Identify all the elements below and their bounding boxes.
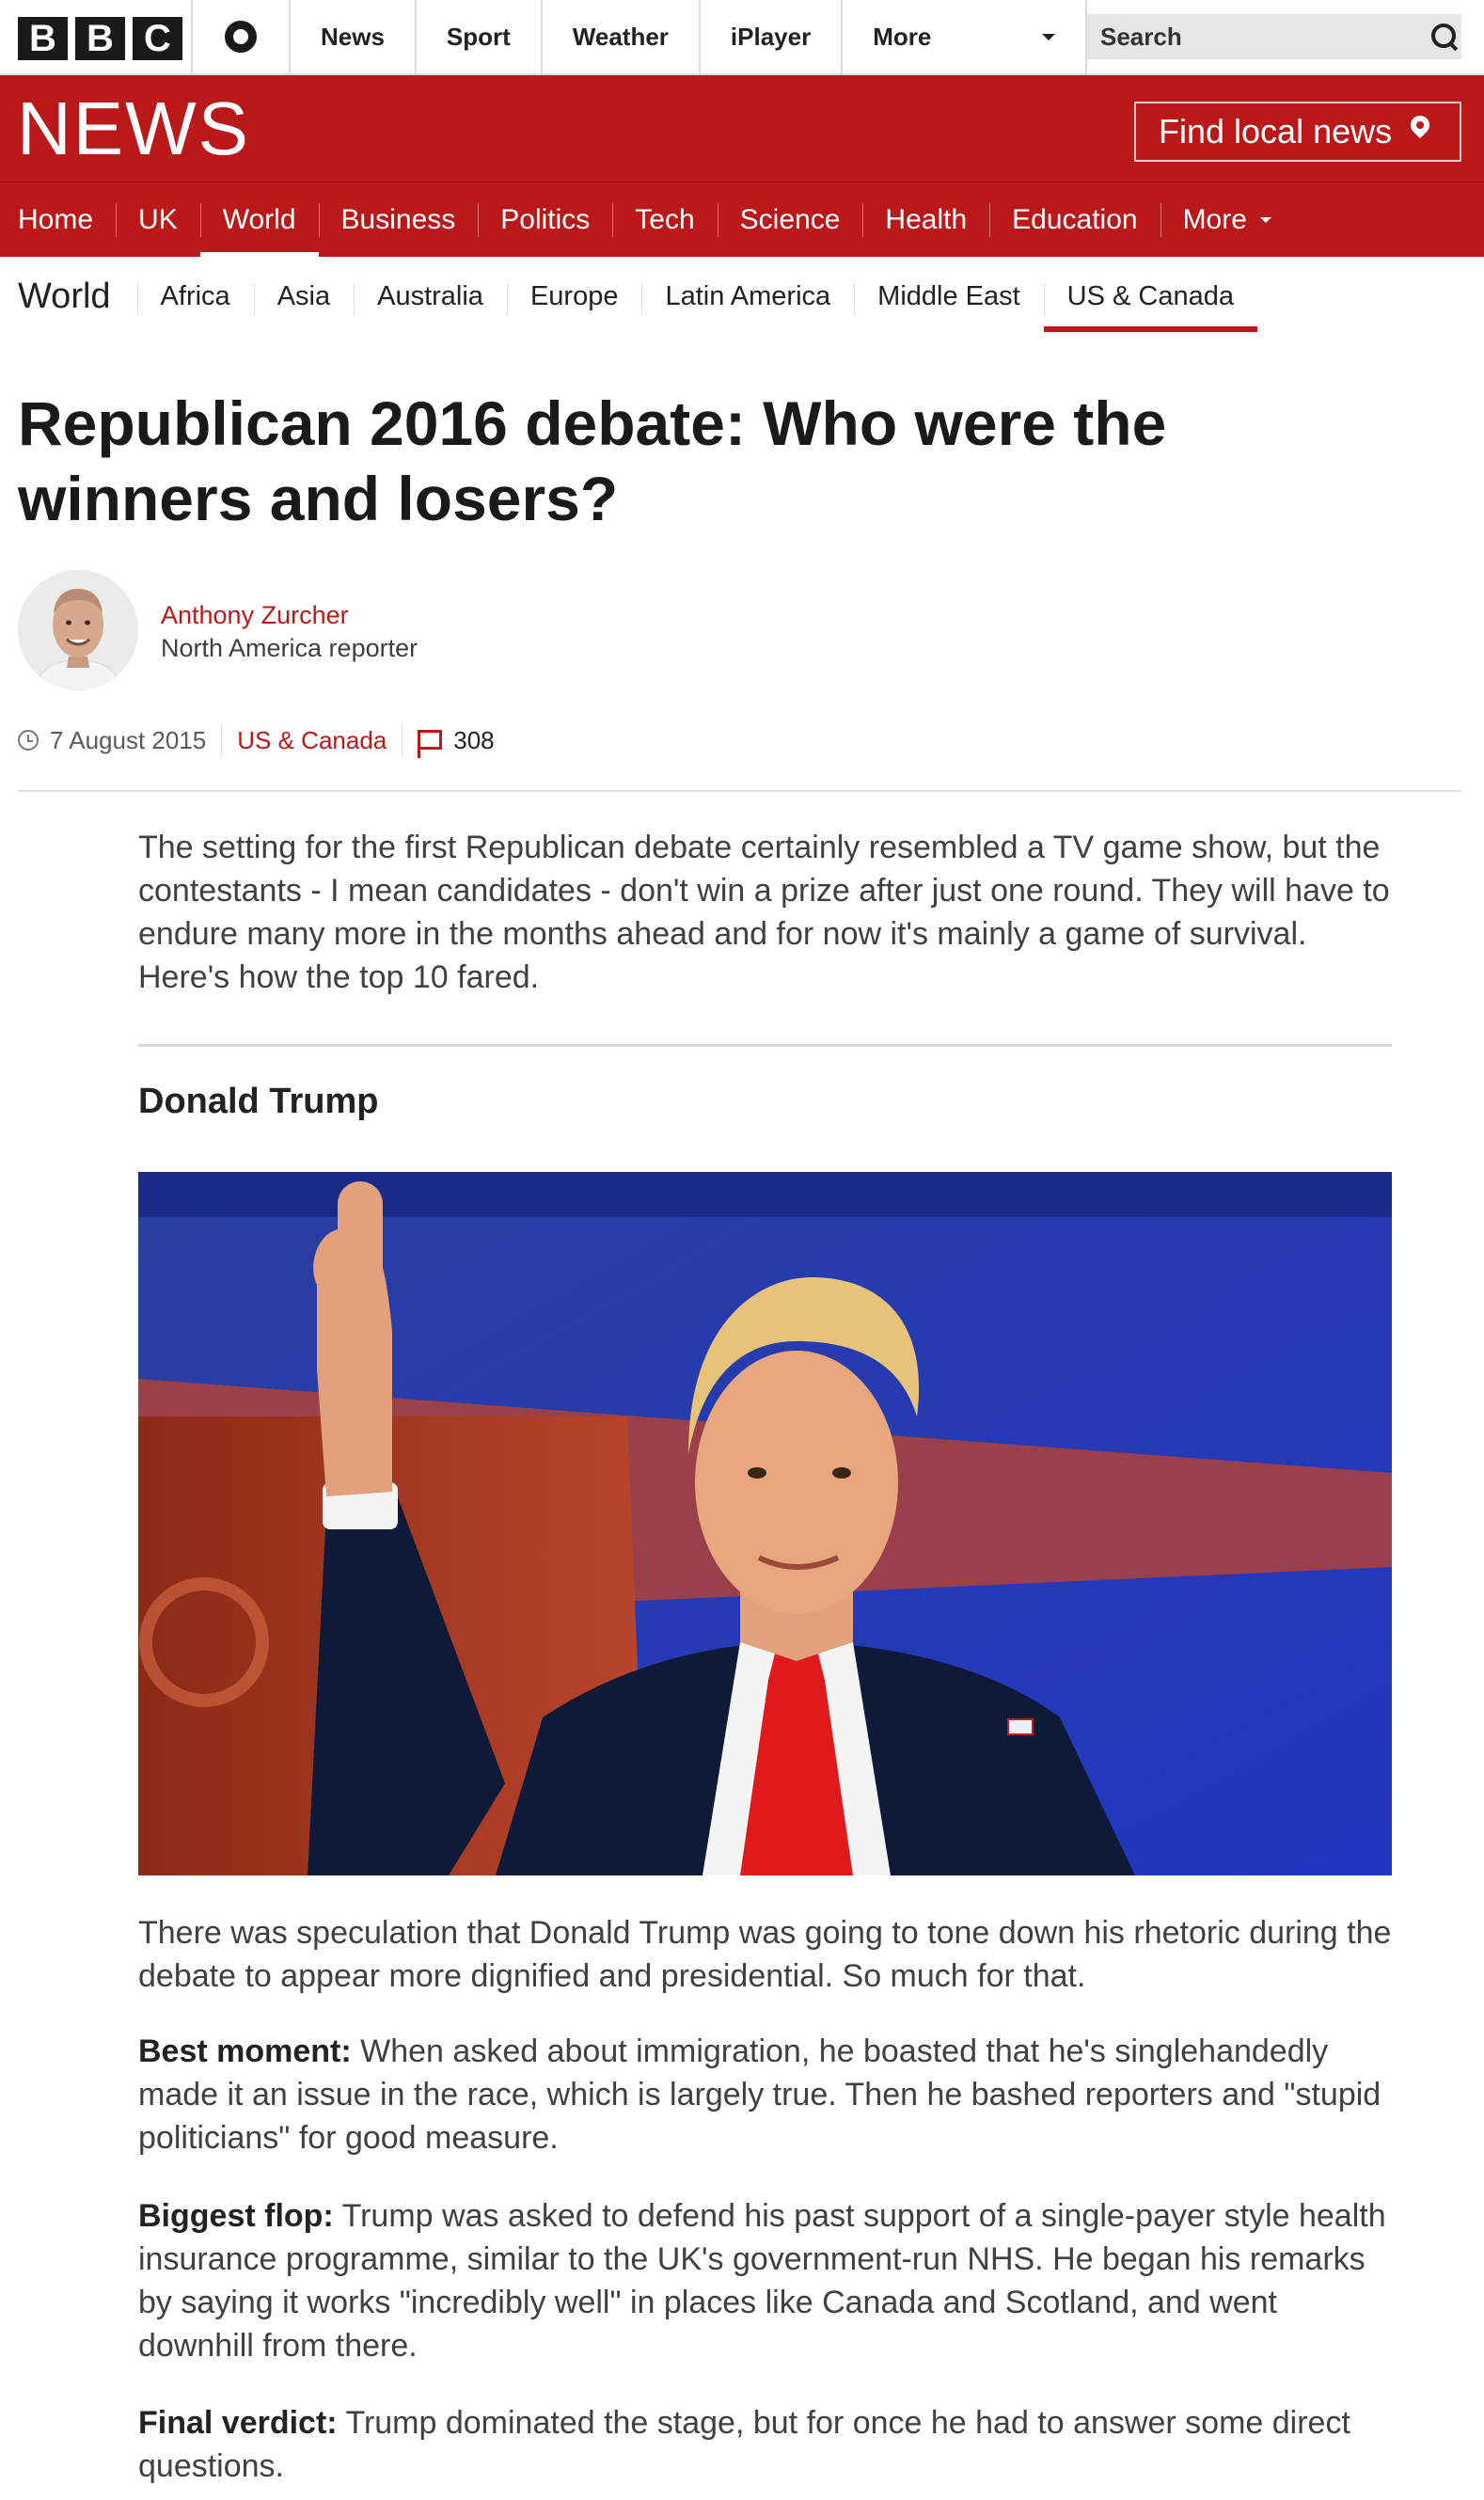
header-divider — [18, 790, 1461, 792]
comment-count[interactable]: 308 — [453, 726, 494, 755]
subnav-item-us-canada[interactable]: US & Canada — [1043, 257, 1258, 336]
final-verdict-label: Final verdict: — [138, 2405, 338, 2441]
author-avatar — [18, 570, 138, 690]
clock-icon — [18, 730, 39, 751]
subnav-title[interactable]: World — [0, 257, 137, 336]
article-image — [138, 1172, 1392, 1875]
article-headline: Republican 2016 debate: Who were the win… — [18, 388, 1167, 533]
biggest-flop-label: Biggest flop: — [138, 2198, 334, 2234]
subnav-item-europe[interactable]: Europe — [506, 257, 642, 336]
subnav-item-africa[interactable]: Africa — [136, 257, 254, 336]
author-role: North America reporter — [161, 634, 418, 662]
section-nav-education[interactable]: Education — [989, 182, 1160, 258]
meta-divider — [402, 724, 403, 756]
chevron-down-icon — [1042, 33, 1056, 40]
subnav-item-australia[interactable]: Australia — [354, 257, 507, 336]
section-nav-politics[interactable]: Politics — [478, 182, 612, 258]
article-paragraph: There was speculation that Donald Trump … — [138, 1915, 1392, 1994]
article-date: 7 August 2015 — [50, 725, 207, 754]
search-box — [1087, 14, 1461, 59]
global-nav: News Sport Weather iPlayer More — [191, 0, 1088, 73]
section-nav-uk[interactable]: UK — [116, 182, 200, 258]
section-nav-world[interactable]: World — [199, 182, 319, 258]
subnav-item-asia[interactable]: Asia — [253, 257, 354, 336]
section-nav-more-label: More — [1182, 204, 1247, 235]
world-subnav: World Africa Asia Australia Europe Latin… — [0, 257, 1484, 336]
news-banner: NEWS Find local news — [0, 75, 1484, 182]
comment-icon[interactable] — [418, 730, 443, 758]
search-icon[interactable] — [1429, 22, 1456, 52]
account-icon — [225, 21, 257, 53]
global-nav-more-label: More — [873, 22, 932, 51]
bbc-logo-block: B — [75, 17, 125, 60]
article-section-link[interactable]: US & Canada — [237, 726, 387, 755]
subnav-item-middle-east[interactable]: Middle East — [854, 257, 1044, 336]
global-nav-more-button[interactable]: More — [841, 0, 1088, 73]
section-divider — [138, 1044, 1392, 1047]
section-nav-business[interactable]: Business — [318, 182, 479, 258]
section-nav-more-button[interactable]: More — [1160, 182, 1294, 258]
meta-divider — [221, 724, 223, 756]
global-nav-news[interactable]: News — [289, 0, 415, 73]
bbc-masthead: B B C News Sport Weather iPlayer More — [0, 0, 1484, 75]
bbc-logo-block: C — [133, 17, 182, 60]
news-logo[interactable]: NEWS — [17, 88, 250, 169]
bbc-logo[interactable]: B B C — [18, 17, 182, 60]
search-input[interactable] — [1100, 22, 1429, 52]
section-nav-science[interactable]: Science — [717, 182, 863, 258]
subnav-item-latin-america[interactable]: Latin America — [641, 257, 854, 336]
author-name[interactable]: Anthony Zurcher — [161, 599, 349, 631]
global-nav-iplayer[interactable]: iPlayer — [698, 0, 841, 73]
bbc-logo-block: B — [18, 17, 68, 60]
final-verdict-paragraph: Final verdict: Trump dominated the stage… — [138, 2401, 1394, 2488]
section-nav-tech[interactable]: Tech — [612, 182, 717, 258]
section-nav-home[interactable]: Home — [0, 182, 116, 258]
location-pin-icon — [1409, 116, 1431, 148]
account-button[interactable] — [191, 0, 289, 73]
section-nav-health[interactable]: Health — [862, 182, 989, 258]
article-meta: 7 August 2015 US & Canada 308 — [18, 722, 495, 758]
best-moment-paragraph: Best moment: When asked about immigratio… — [138, 2030, 1394, 2160]
biggest-flop-paragraph: Biggest flop: Trump was asked to defend … — [138, 2194, 1394, 2367]
candidate-photo — [138, 1172, 1392, 1875]
find-local-news-button[interactable]: Find local news — [1134, 102, 1461, 162]
author-photo — [18, 570, 138, 690]
section-nav: Home UK World Business Politics Tech Sci… — [0, 182, 1484, 258]
find-local-news-label: Find local news — [1159, 112, 1393, 150]
candidate-heading: Donald Trump — [138, 1082, 379, 1121]
article-intro: The setting for the first Republican deb… — [138, 830, 1390, 995]
best-moment-label: Best moment: — [138, 2033, 352, 2069]
chevron-down-icon — [1259, 217, 1271, 223]
global-nav-sport[interactable]: Sport — [414, 0, 541, 73]
global-nav-weather[interactable]: Weather — [540, 0, 699, 73]
